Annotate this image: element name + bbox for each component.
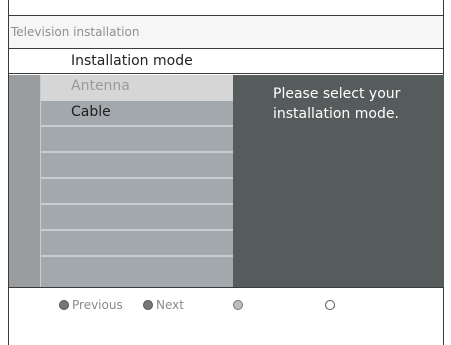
options-list: Antenna Cable (40, 75, 234, 287)
list-item-empty (41, 257, 234, 287)
previous-label: Previous (72, 298, 123, 312)
list-item-empty (41, 231, 234, 257)
footer-bar: Previous Next (9, 293, 443, 317)
list-item-empty (41, 205, 234, 231)
menu-header: Installation mode (9, 50, 443, 74)
divider (9, 287, 443, 288)
yellow-key-icon (233, 300, 243, 310)
left-strip (9, 75, 40, 287)
list-item-empty (41, 153, 234, 179)
yellow-key-button[interactable] (233, 297, 243, 313)
list-item-antenna[interactable]: Antenna (41, 75, 234, 101)
red-key-icon (59, 300, 69, 310)
next-button[interactable]: Next (143, 297, 184, 313)
list-item-cable[interactable]: Cable (41, 101, 234, 127)
info-text: Please select your installation mode. (273, 86, 401, 122)
previous-button[interactable]: Previous (59, 297, 123, 313)
list-item-empty (41, 179, 234, 205)
tv-menu-frame: Television installation Installation mod… (8, 0, 444, 345)
list-item-label: Antenna (71, 78, 130, 94)
list-item-empty (41, 127, 234, 153)
menu-header-label: Installation mode (71, 53, 193, 69)
next-label: Next (156, 298, 184, 312)
info-panel: Please select your installation mode. (233, 75, 444, 287)
blue-key-button[interactable] (325, 297, 335, 313)
list-item-label: Cable (71, 104, 111, 120)
blue-key-icon (325, 300, 335, 310)
title-bar: Television installation (9, 15, 443, 49)
green-key-icon (143, 300, 153, 310)
page-title: Television installation (11, 25, 140, 39)
menu-body: Antenna Cable Please select your install… (9, 75, 444, 287)
